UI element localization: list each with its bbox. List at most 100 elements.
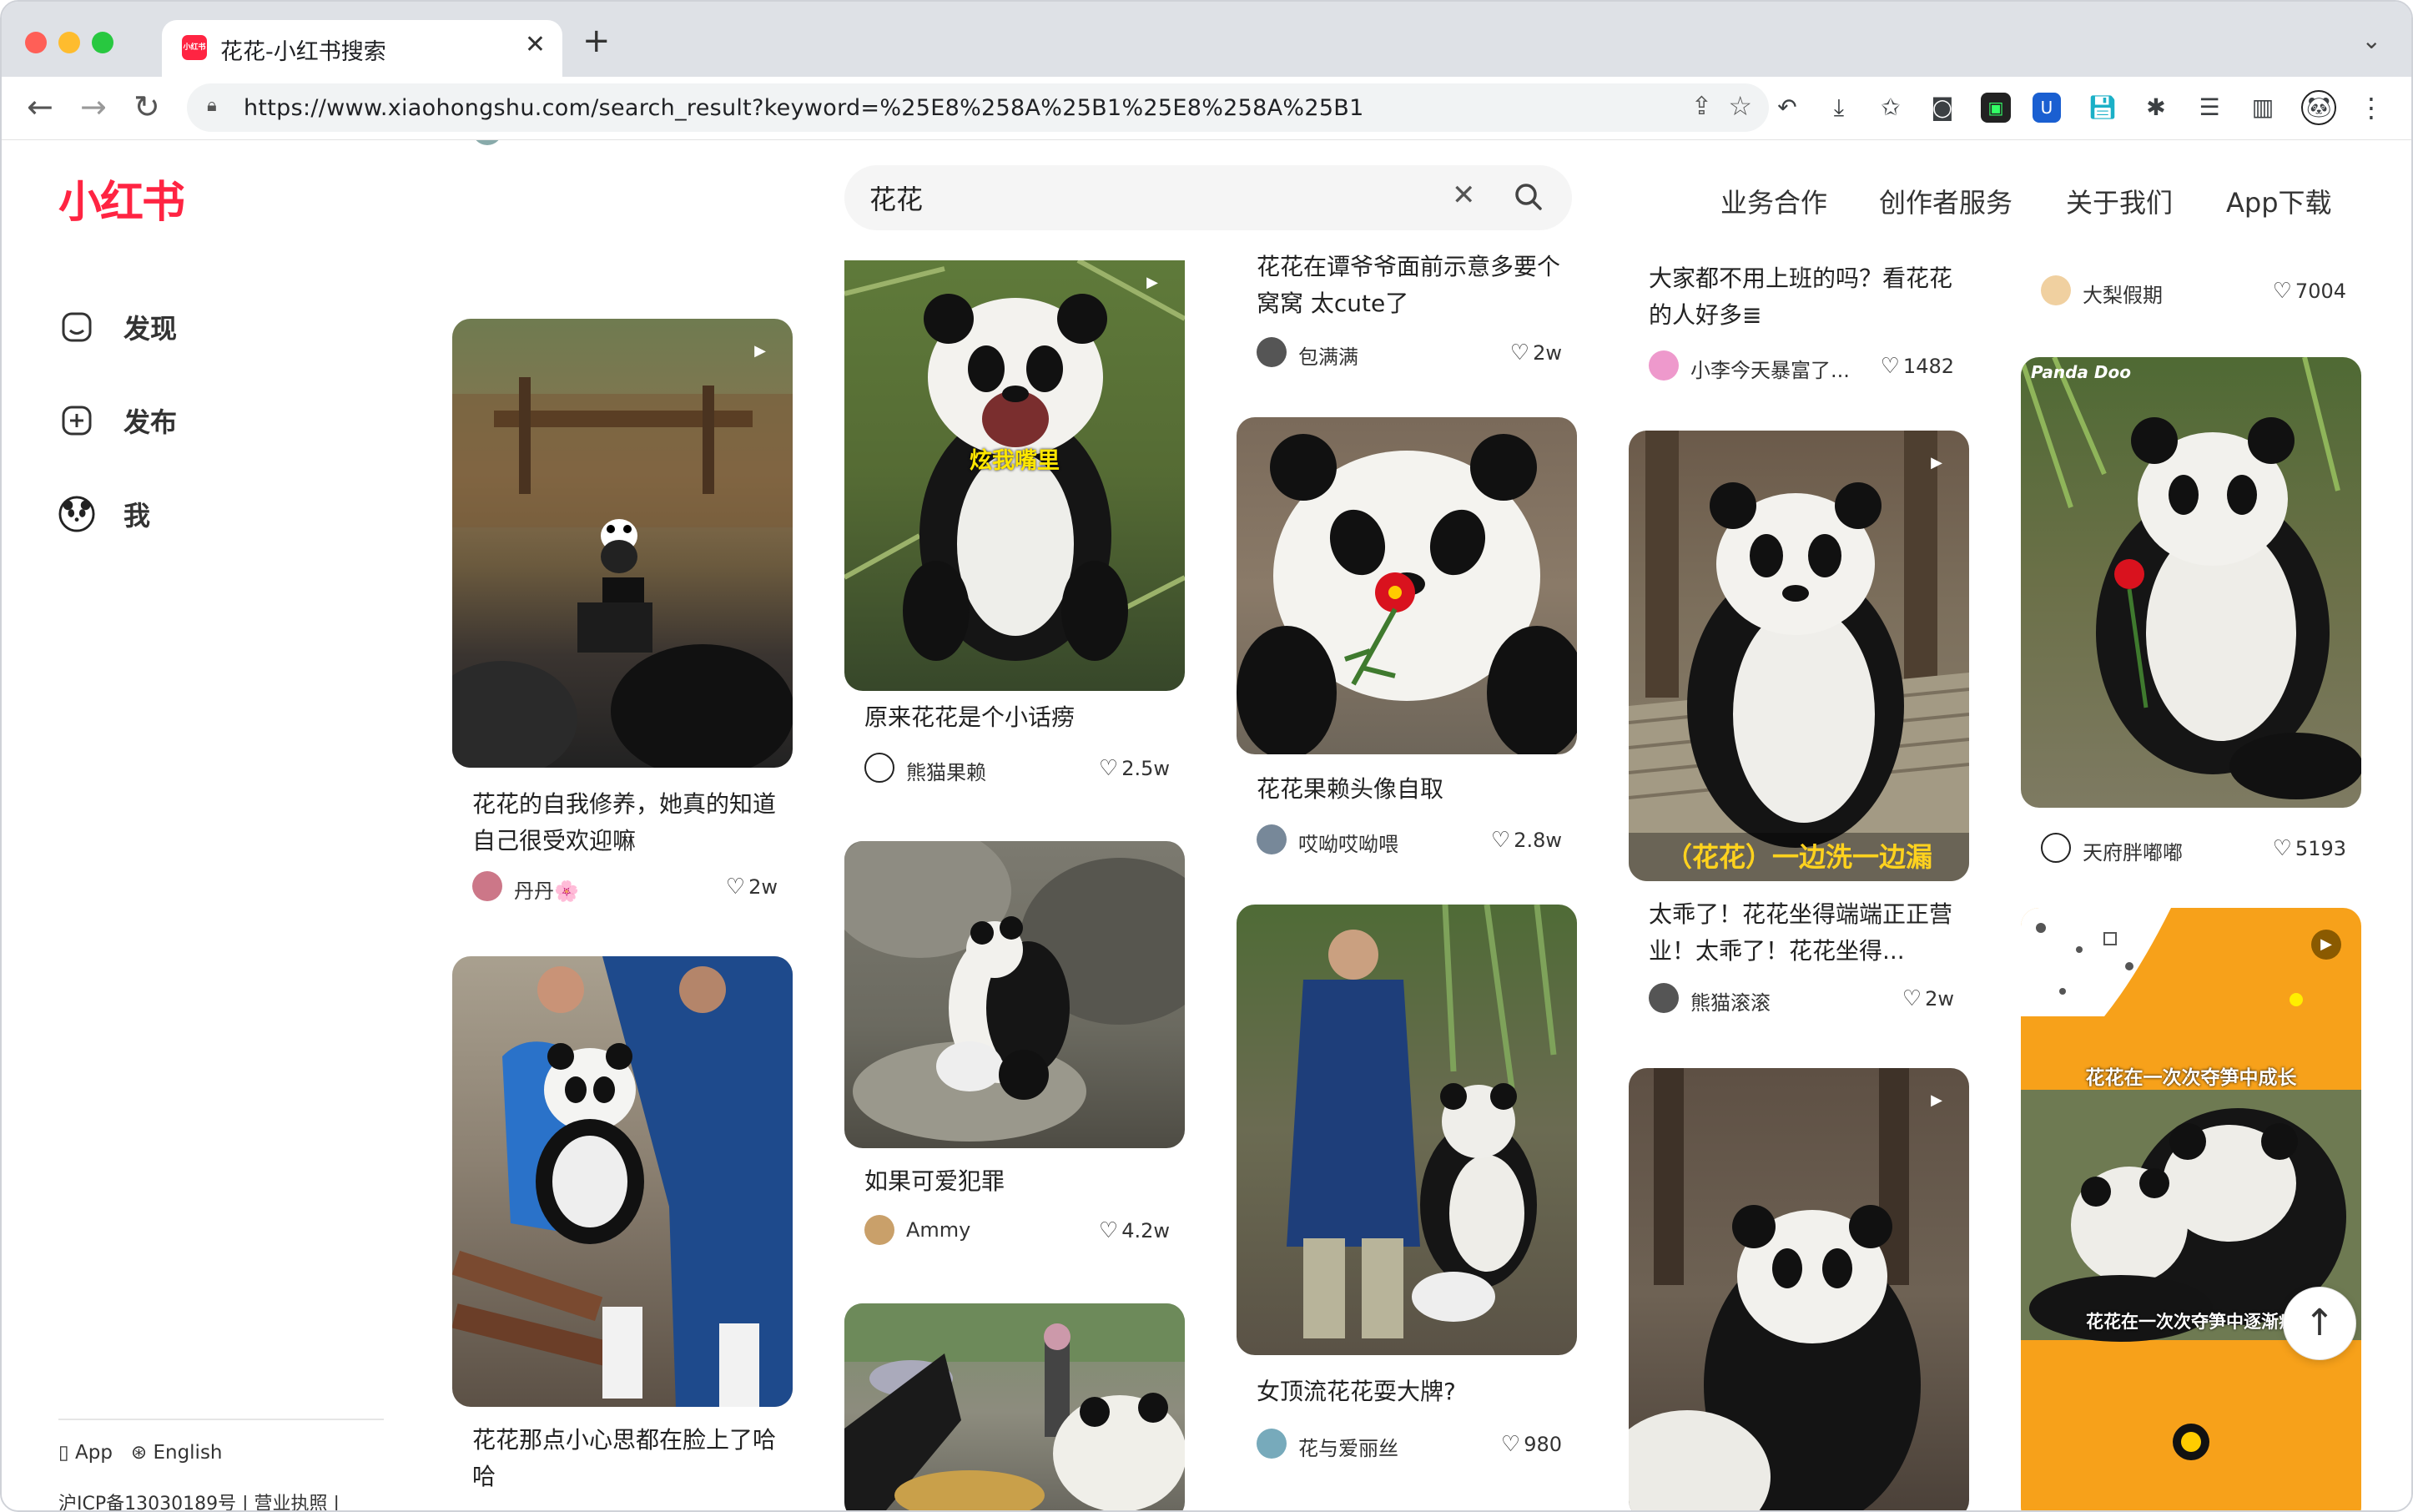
author-name[interactable]: 哎呦哎呦喂 [1298,828,1398,857]
reading-list-icon[interactable]: ☰ [2193,91,2226,124]
nav-about[interactable]: 关于我们 [2066,182,2173,220]
like-count[interactable]: ♡ 1482 [1881,354,1954,379]
close-window-button[interactable] [25,32,47,53]
clear-icon[interactable]: ✕ [1452,179,1476,212]
author-name[interactable]: 天府胖嘟嘟 [2083,836,2183,865]
card-title[interactable]: 女顶流花花耍大牌? [1257,1373,1565,1410]
avatar[interactable] [1649,350,1679,381]
heart-icon[interactable]: ♡ [1501,1432,1520,1457]
card-image[interactable] [844,1303,1185,1510]
search-box[interactable]: ✕ [844,165,1572,230]
nav-app-download[interactable]: App下载 [2226,182,2332,220]
card-image[interactable]: ▶ [452,319,793,768]
heart-icon[interactable]: ♡ [1099,1218,1118,1243]
sidebar-item-discover[interactable]: 发现 [58,302,177,352]
card-title[interactable]: 太乖了！花花坐得端端正正营业！太乖了！花花坐得... [1649,896,1957,970]
english-link[interactable]: English [153,1442,222,1464]
card-image[interactable]: Panda Doo [2021,357,2361,808]
card-image[interactable] [1237,905,1577,1355]
forward-icon[interactable]: → [80,88,107,125]
author-name[interactable]: 小李今天暴富了... [1690,354,1850,383]
avatar[interactable] [1257,1429,1287,1459]
sidebar-item-me[interactable]: 我 [58,489,150,539]
site-logo[interactable]: 小红书 [58,167,185,229]
heart-icon[interactable]: ♡ [1902,986,1922,1011]
close-tab-icon[interactable]: ✕ [525,30,546,59]
like-count[interactable]: ♡ 7004 [2273,279,2346,304]
chevron-down-icon[interactable]: ⌄ [2362,27,2381,54]
avatar[interactable] [1257,337,1287,367]
like-count[interactable]: ♡ 980 [1501,1432,1562,1457]
browser-tab[interactable]: 小红书 花花-小红书搜索 ✕ [162,20,562,77]
avatar[interactable] [864,753,894,783]
like-count[interactable]: ♡ 4.2w [1099,1218,1170,1243]
search-input[interactable] [869,179,1437,217]
nav-business[interactable]: 业务合作 [1720,182,1827,220]
card-image[interactable] [844,841,1185,1148]
heart-icon[interactable]: ♡ [1510,340,1529,365]
heart-icon[interactable]: ♡ [1491,828,1510,853]
avatar[interactable] [1257,824,1287,854]
avatar[interactable] [472,871,502,901]
card-title[interactable]: 大家都不用上班的吗？看花花的人好多≣ [1649,260,1957,334]
author-name[interactable]: 花与爱丽丝 [1298,1432,1398,1461]
card-image[interactable]: ▶ [1629,1068,1969,1510]
app-link[interactable]: App [75,1442,113,1464]
maximize-window-button[interactable] [92,32,113,53]
heart-icon[interactable]: ♡ [2273,836,2292,861]
menu-dots-icon[interactable]: ⋮ [2355,91,2388,124]
card-image[interactable]: 炫我嘴里 ▶ [844,260,1185,691]
card-title[interactable]: 花花在谭爷爷面前示意多要个窝窝 太cute了 [1257,249,1565,322]
nav-creator[interactable]: 创作者服务 [1879,182,2013,220]
puzzle-icon[interactable]: ✱ [2139,91,2173,124]
card-title[interactable]: 原来花花是个小话痨 [864,699,1173,736]
download-icon[interactable]: ⤓ [1822,91,1856,124]
avatar[interactable] [1649,983,1679,1013]
card-image[interactable]: ▶ （花花）一边洗一边漏 [1629,431,1969,881]
avatar[interactable] [2041,275,2071,305]
like-count[interactable]: ♡ 2w [1902,986,1954,1011]
author-name[interactable]: 大梨假期 [2083,279,2163,308]
heart-icon[interactable]: ♡ [1881,354,1900,379]
bookmark-star-icon[interactable]: ☆ [1728,90,1752,122]
avatar[interactable] [2041,833,2071,863]
card-image[interactable] [1237,417,1577,754]
like-count[interactable]: ♡ 2.5w [1099,756,1170,781]
like-count[interactable]: ♡ 2.8w [1491,828,1562,853]
heart-icon[interactable]: ♡ [1099,756,1118,781]
new-tab-button[interactable]: + [582,22,611,60]
author-name[interactable]: 熊猫果赖 [906,756,986,785]
save-icon[interactable]: 💾︎ [2086,91,2119,124]
card-title[interactable]: 花花那点小心思都在脸上了哈哈 [472,1422,781,1495]
card-image[interactable] [452,956,793,1407]
bitwarden-icon[interactable]: U [2033,93,2061,123]
history-icon[interactable]: ↶ [1771,91,1804,124]
card-title[interactable]: 如果可爱犯罪 [864,1163,1173,1200]
address-bar[interactable]: 🔒︎ https://www.xiaohongshu.com/search_re… [187,83,1769,132]
reading-star-icon[interactable]: ✩ [1874,91,1907,124]
sidebar-item-publish[interactable]: 发布 [58,396,177,446]
author-name[interactable]: 丹丹🌸 [514,874,579,904]
back-icon[interactable]: ← [27,88,53,125]
author-name[interactable]: 包满满 [1298,340,1358,370]
profile-avatar-icon[interactable]: 🐼︎ [2301,90,2336,125]
search-icon[interactable] [1512,180,1545,214]
reload-icon[interactable]: ↻ [133,88,160,125]
avatar[interactable] [864,1215,894,1245]
share-icon[interactable]: ⇪ [1691,92,1712,121]
extension-mask-icon[interactable]: ◙ [1926,91,1959,124]
extension-green-icon[interactable]: ▣ [1981,93,2011,123]
like-count[interactable]: ♡ 5193 [2273,836,2346,861]
like-count[interactable]: ♡ 2w [726,874,778,900]
card-title[interactable]: 花花果赖头像自取 [1257,771,1565,808]
author-name[interactable]: 熊猫滚滚 [1690,986,1771,1016]
side-panel-icon[interactable]: ▥ [2246,91,2280,124]
minimize-window-button[interactable] [58,32,80,53]
card-image[interactable]: 花花在一次次夺笋中成长 花花在一次次夺笋中逐渐疯 ▶ [2021,908,2361,1510]
back-to-top-button[interactable]: ↑ [2283,1287,2356,1360]
url-text[interactable]: https://www.xiaohongshu.com/search_resul… [244,95,1364,121]
heart-icon[interactable]: ♡ [2273,279,2292,304]
card-title[interactable]: 花花的自我修养，她真的知道自己很受欢迎嘛 [472,786,781,859]
like-count[interactable]: ♡ 2w [1510,340,1562,365]
author-name[interactable]: Ammy [906,1218,970,1242]
